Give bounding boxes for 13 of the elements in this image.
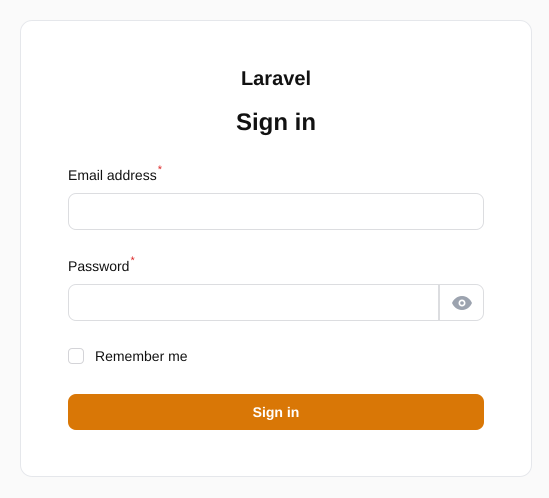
show-password-button[interactable] bbox=[439, 284, 484, 321]
checkbox-label: Remember me bbox=[95, 348, 188, 364]
email-field[interactable] bbox=[68, 193, 484, 230]
password-field[interactable] bbox=[68, 284, 439, 321]
required-mark: * bbox=[130, 256, 135, 267]
field-label: Email address bbox=[68, 166, 157, 185]
sign-in-button[interactable]: Sign in bbox=[68, 394, 484, 430]
eye-icon bbox=[452, 296, 472, 310]
remember-checkbox[interactable] bbox=[68, 348, 84, 364]
required-mark: * bbox=[158, 165, 162, 176]
form-heading: Sign in bbox=[235, 108, 317, 138]
field-label: Password bbox=[68, 257, 130, 276]
brand-name: Laravel bbox=[240, 67, 312, 91]
